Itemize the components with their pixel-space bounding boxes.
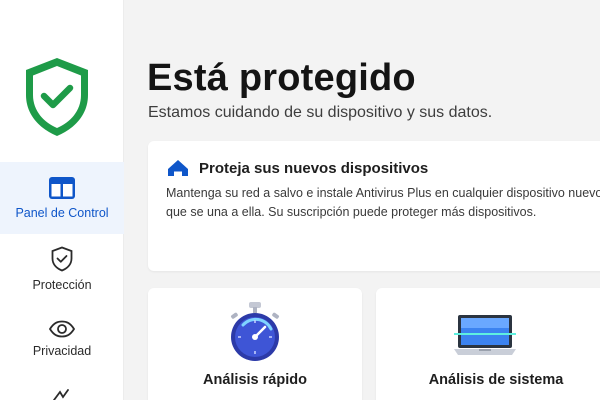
main-content: Está protegido Estamos cuidando de su di… (125, 35, 600, 400)
sidebar-item-panel-de-control[interactable]: Panel de Control (0, 162, 124, 234)
promo-card[interactable]: Proteja sus nuevos dispositivos Mantenga… (148, 141, 600, 271)
system-scan-label: Análisis de sistema (428, 372, 564, 388)
shield-check-logo-icon (26, 58, 88, 136)
promo-title: Proteja sus nuevos dispositivos (199, 159, 429, 177)
sidebar-item-privacidad[interactable]: Privacidad (0, 320, 124, 376)
page-title: Está protegido (147, 57, 416, 99)
sidebar-item-label: Panel de Control (15, 206, 109, 220)
sidebar: Panel de Control Protección Privacidad (0, 0, 124, 400)
dashboard-icon (49, 177, 75, 199)
shield-check-icon (51, 246, 73, 272)
sidebar-item-more[interactable] (0, 388, 124, 400)
stopwatch-icon (230, 302, 280, 361)
page-subtitle: Estamos cuidando de su dispositivo y sus… (148, 104, 493, 121)
quick-scan-label: Análisis rápido (203, 372, 307, 388)
quick-scan-card[interactable]: Análisis rápido (148, 288, 362, 400)
laptop-icon (454, 315, 516, 355)
home-network-icon (168, 160, 188, 176)
sidebar-item-label: Protección (32, 278, 92, 292)
promo-header: Proteja sus nuevos dispositivos (166, 158, 428, 178)
promo-text: Mantenga su red a salvo e instale Antivi… (166, 186, 600, 219)
more-icon (53, 389, 69, 400)
sidebar-item-label: Privacidad (32, 344, 92, 358)
sidebar-item-proteccion[interactable]: Protección (0, 246, 124, 302)
system-scan-card[interactable]: Análisis de sistema (376, 288, 600, 400)
eye-icon (48, 320, 76, 338)
